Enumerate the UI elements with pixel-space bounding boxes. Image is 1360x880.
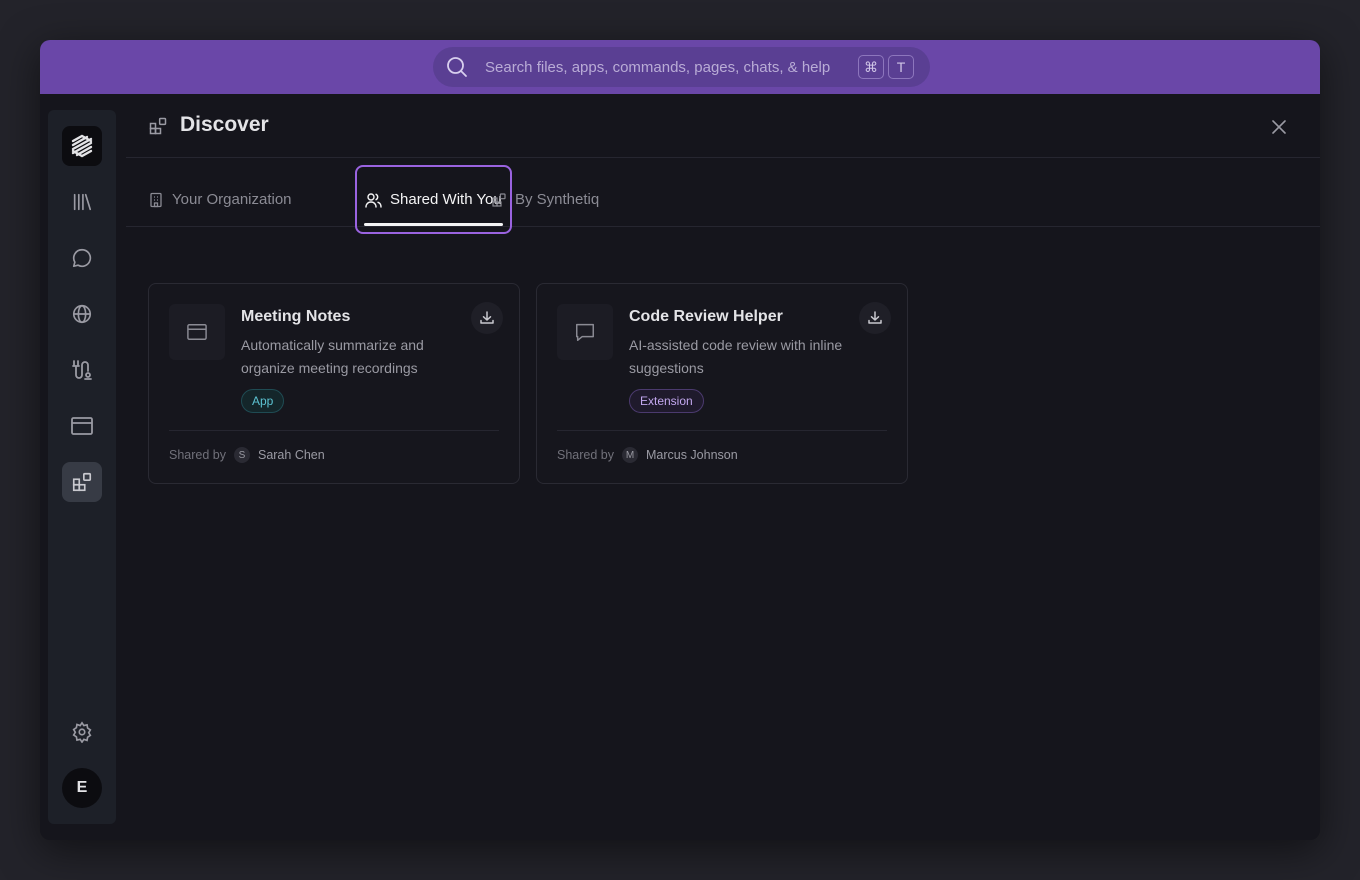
panel-header: Discover [126,94,1320,158]
tab-your-organization[interactable]: Your Organization [148,165,292,234]
grid-plus-icon[interactable] [62,462,102,502]
shortcut-key-t: T [888,55,914,79]
search-icon [445,55,469,79]
search-bar[interactable]: ⌘ T [433,47,930,87]
tab-bar: Your Organization Shared With You By Syn… [126,158,1320,234]
discover-panel: Discover Your Organization Shared With Y… [126,94,1320,840]
tab-shared-with-you[interactable]: Shared With You [355,165,512,234]
tab-by-synthetiq[interactable]: By Synthetiq [491,165,599,234]
card-description: AI-assisted code review with inline sugg… [629,337,843,376]
window-icon[interactable] [62,406,102,446]
download-button[interactable] [859,302,891,334]
shared-by-row: Shared by S Sarah Chen [169,447,325,463]
grid-plus-icon [148,116,168,136]
users-icon [365,192,382,208]
library-icon[interactable] [62,182,102,222]
sharer-avatar: M [621,447,638,463]
tab-label: Your Organization [172,191,292,208]
shared-by-label: Shared by [557,448,614,462]
top-bar: ⌘ T [40,40,1320,94]
close-icon[interactable] [1268,116,1290,138]
sharer-name: Marcus Johnson [645,448,738,462]
download-icon [480,311,494,324]
card-title: Meeting Notes [241,308,351,325]
user-avatar[interactable]: E [62,768,102,808]
tab-label: Shared With You [390,191,502,208]
tab-label: By Synthetiq [515,191,600,208]
window-icon [169,304,225,360]
download-button[interactable] [471,302,503,334]
tools-icon[interactable] [62,350,102,390]
app-logo-icon[interactable] [62,126,102,166]
divider [169,430,499,431]
chat-bubble-icon[interactable] [62,238,102,278]
sharer-avatar: S [233,447,250,463]
search-input[interactable] [485,58,854,76]
app-window: ⌘ T E [40,40,1320,840]
gear-icon[interactable] [62,712,102,752]
shared-by-row: Shared by M Marcus Johnson [557,447,738,463]
grid-plus-icon [492,192,506,207]
app-card[interactable]: Meeting Notes Automatically summarize an… [148,283,520,484]
divider [557,430,887,431]
card-title: Code Review Helper [629,308,783,325]
type-badge: Extension [629,389,704,413]
card-description: Automatically summarize and organize mee… [241,337,424,376]
sharer-name: Sarah Chen [257,448,325,462]
shortcut-key-cmd: ⌘ [858,55,884,79]
shared-by-label: Shared by [169,448,226,462]
page-title: Discover [180,113,269,136]
active-tab-indicator [364,223,503,226]
type-badge: App [241,389,285,413]
globe-icon[interactable] [62,294,102,334]
chat-bubble-icon [557,304,613,360]
download-icon [868,311,882,324]
building-icon [150,192,162,207]
sidebar: E [48,110,116,824]
app-card[interactable]: Code Review Helper AI-assisted code revi… [536,283,908,484]
